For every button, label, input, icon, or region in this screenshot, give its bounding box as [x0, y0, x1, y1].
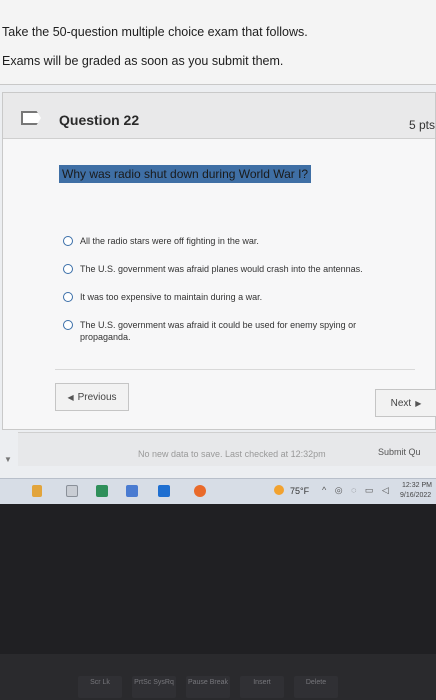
divider [55, 369, 415, 370]
instruction-line-1: Take the 50-question multiple choice exa… [2, 25, 308, 39]
question-text: Why was radio shut down during World War… [59, 165, 312, 183]
app-icon[interactable] [66, 485, 78, 497]
key-print-screen: PrtSc SysRq [132, 676, 176, 698]
weather-temperature[interactable]: 75°F [290, 486, 309, 496]
radio-button[interactable] [63, 264, 73, 274]
store-icon[interactable] [126, 485, 138, 497]
laptop-bezel [0, 504, 436, 654]
flag-icon[interactable] [21, 111, 41, 125]
answer-label: All the radio stars were off fighting in… [80, 236, 259, 246]
office-icon[interactable] [194, 485, 206, 497]
save-status-text: No new data to save. Last checked at 12:… [138, 449, 326, 459]
clock-date[interactable]: 9/16/2022 [400, 492, 431, 499]
key-scroll-lock: Scr Lk [78, 676, 122, 698]
exam-instructions: Take the 50-question multiple choice exa… [0, 0, 436, 84]
status-bar: No new data to save. Last checked at 12:… [18, 432, 436, 466]
system-tray-icons[interactable]: ^ ◎ ◌ ▭ ◁ [322, 485, 392, 496]
instruction-line-2: Exams will be graded as soon as you subm… [2, 54, 284, 68]
keyboard-row: Scr Lk PrtSc SysRq Pause Break Insert De… [0, 654, 436, 700]
key-insert: Insert [240, 676, 284, 698]
question-title: Question 22 [59, 112, 140, 128]
previous-button[interactable]: ◀ Previous [55, 383, 129, 411]
answer-option-1[interactable]: All the radio stars were off fighting in… [63, 235, 259, 247]
question-points: 5 pts [408, 118, 435, 132]
answer-label: The U.S. government was afraid it could … [80, 320, 357, 342]
radio-button[interactable] [63, 236, 73, 246]
key-delete: Delete [294, 676, 338, 698]
clock-time[interactable]: 12:32 PM [402, 482, 432, 489]
submit-quiz-button[interactable]: Submit Qu [378, 447, 421, 457]
file-explorer-icon[interactable] [32, 485, 42, 497]
previous-label: Previous [77, 391, 117, 403]
weather-sun-icon[interactable] [274, 485, 284, 495]
answer-label: The U.S. government was afraid planes wo… [80, 264, 363, 274]
key-pause: Pause Break [186, 676, 230, 698]
chevron-right-icon: ▶ [415, 398, 422, 408]
scroll-down-icon[interactable]: ▼ [4, 455, 12, 464]
chevron-left-icon: ◀ [67, 392, 74, 402]
answer-option-4[interactable]: The U.S. government was afraid it could … [63, 319, 373, 343]
windows-taskbar: 75°F ^ ◎ ◌ ▭ ◁ 12:32 PM 9/16/2022 [0, 478, 436, 504]
answer-option-2[interactable]: The U.S. government was afraid planes wo… [63, 263, 363, 275]
next-button[interactable]: Next ▶ [375, 389, 436, 417]
browser-screen: Take the 50-question multiple choice exa… [0, 0, 436, 478]
radio-button[interactable] [63, 320, 73, 330]
answer-label: It was too expensive to maintain during … [80, 292, 263, 302]
answer-option-3[interactable]: It was too expensive to maintain during … [63, 291, 262, 303]
question-header: Question 22 5 pts [3, 93, 435, 139]
mail-icon[interactable] [158, 485, 170, 497]
divider [0, 84, 436, 85]
radio-button[interactable] [63, 292, 73, 302]
next-label: Next [390, 397, 412, 409]
app-icon[interactable] [96, 485, 108, 497]
question-card: Question 22 5 pts Why was radio shut dow… [2, 92, 436, 430]
